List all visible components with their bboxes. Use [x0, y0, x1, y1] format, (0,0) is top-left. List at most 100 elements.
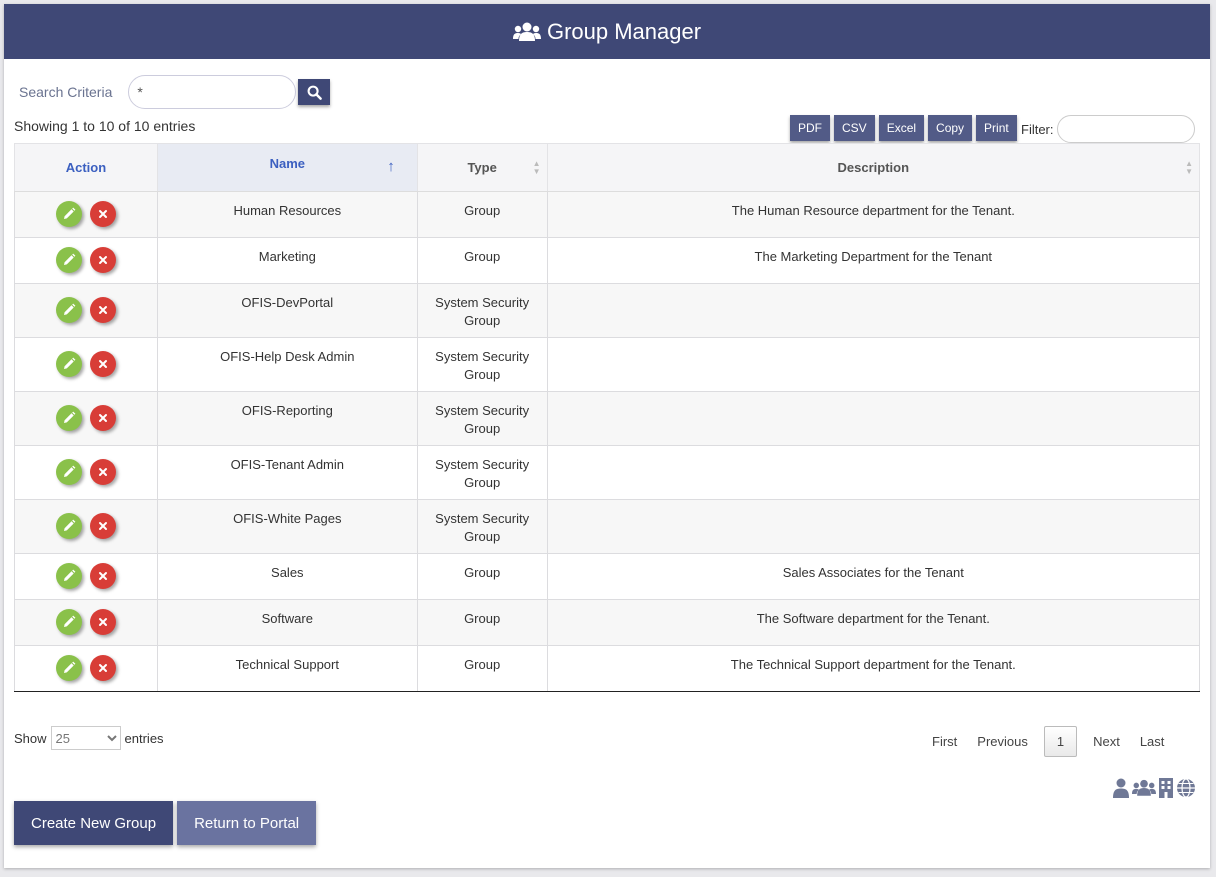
edit-button[interactable] — [55, 655, 82, 681]
delete-button[interactable] — [89, 201, 116, 227]
close-icon — [98, 360, 107, 368]
close-icon — [98, 664, 107, 672]
description-cell: The Software department for the Tenant. — [546, 599, 1201, 646]
pencil-icon — [63, 207, 76, 219]
print-button[interactable]: Print — [976, 115, 1017, 141]
action-cell — [14, 553, 158, 600]
column-header-description[interactable]: Description ▲ ▼ — [546, 143, 1201, 192]
type-cell: Group — [416, 553, 548, 600]
pdf-button[interactable]: PDF — [790, 115, 830, 141]
export-buttons: PDF CSV Excel Copy Print — [790, 115, 1017, 141]
page-length-select[interactable]: 25 — [50, 726, 121, 750]
filter-input[interactable] — [1056, 115, 1195, 143]
return-to-portal-button[interactable]: Return to Portal — [177, 801, 317, 845]
close-icon — [98, 468, 107, 476]
table-row: Human Resources Group The Human Resource d… — [14, 191, 1201, 238]
page-length: Show 25 entries — [14, 726, 164, 750]
pencil-icon — [63, 661, 76, 673]
search-input[interactable] — [128, 75, 297, 109]
delete-button[interactable] — [89, 563, 116, 589]
name-cell: OFIS-Tenant Admin — [156, 445, 418, 500]
close-icon — [98, 256, 107, 264]
column-header-type[interactable]: Type ▲ ▼ — [416, 143, 548, 192]
column-header-action: Action — [14, 143, 158, 192]
name-cell: Sales — [156, 553, 418, 600]
type-cell: Group — [416, 599, 548, 646]
create-new-group-button[interactable]: Create New Group — [14, 801, 174, 845]
delete-button[interactable] — [89, 247, 116, 273]
edit-button[interactable] — [55, 609, 82, 635]
name-cell: OFIS-Reporting — [156, 391, 418, 446]
delete-button[interactable] — [89, 351, 116, 377]
building-icon[interactable] — [1158, 778, 1174, 798]
action-cell — [14, 445, 158, 500]
description-cell: The Technical Support department for the… — [546, 645, 1201, 692]
page-title: Group Manager — [546, 18, 702, 44]
column-header-name[interactable]: Name ↑ — [156, 143, 418, 192]
pencil-icon — [63, 465, 76, 477]
action-cell — [14, 391, 158, 446]
page-current[interactable]: 1 — [1043, 726, 1078, 757]
type-cell: System Security Group — [416, 499, 548, 554]
entries-label: entries — [124, 730, 164, 746]
users-icon[interactable] — [1132, 779, 1156, 797]
table-row: OFIS-Help Desk Admin System Security Group — [14, 337, 1201, 392]
users-icon — [512, 22, 541, 41]
show-label: Show — [14, 730, 47, 746]
sort-icon: ▲ ▼ — [532, 159, 541, 176]
delete-button[interactable] — [89, 297, 116, 323]
pencil-icon — [63, 357, 76, 369]
globe-icon[interactable] — [1176, 778, 1196, 798]
close-icon — [98, 572, 107, 580]
filter-label: Filter: — [1021, 121, 1054, 137]
table-row: Sales Group Sales Associates for the Tenan… — [14, 553, 1201, 600]
delete-button[interactable] — [89, 459, 116, 485]
copy-button[interactable]: Copy — [928, 115, 973, 141]
nav-icons — [1112, 778, 1196, 798]
description-cell — [546, 499, 1201, 554]
search-label: Search Criteria — [19, 84, 113, 100]
edit-button[interactable] — [55, 247, 82, 273]
excel-button[interactable]: Excel — [878, 115, 925, 141]
page-previous[interactable]: Previous — [967, 726, 1038, 757]
description-cell — [546, 391, 1201, 446]
close-icon — [98, 210, 107, 218]
type-cell: System Security Group — [416, 391, 548, 446]
edit-button[interactable] — [55, 351, 82, 377]
close-icon — [98, 414, 107, 422]
delete-button[interactable] — [89, 609, 116, 635]
table-row: OFIS-Reporting System Security Group — [14, 391, 1201, 446]
action-cell — [14, 645, 158, 692]
delete-button[interactable] — [89, 655, 116, 681]
edit-button[interactable] — [55, 513, 82, 539]
edit-button[interactable] — [55, 563, 82, 589]
footer-buttons: Create New Group Return to Portal — [14, 801, 317, 845]
name-cell: Human Resources — [156, 191, 418, 238]
action-cell — [14, 283, 158, 338]
page-last[interactable]: Last — [1130, 726, 1175, 757]
description-cell: Sales Associates for the Tenant — [546, 553, 1201, 600]
description-cell: The Human Resource department for the Te… — [546, 191, 1201, 238]
edit-button[interactable] — [55, 297, 82, 323]
sort-ascending-icon: ↑ — [387, 158, 395, 175]
csv-button[interactable]: CSV — [834, 115, 875, 141]
edit-button[interactable] — [55, 201, 82, 227]
delete-button[interactable] — [89, 513, 116, 539]
type-cell: System Security Group — [416, 283, 548, 338]
action-cell — [14, 499, 158, 554]
page-first[interactable]: First — [922, 726, 967, 757]
edit-button[interactable] — [55, 405, 82, 431]
pencil-icon — [63, 303, 76, 315]
user-icon[interactable] — [1112, 778, 1130, 798]
delete-button[interactable] — [89, 405, 116, 431]
table-info: Showing 1 to 10 of 10 entries — [14, 118, 196, 134]
pagination: First Previous 1 Next Last — [922, 726, 1174, 757]
search-button[interactable] — [298, 79, 331, 105]
sort-icon: ▲ ▼ — [1185, 159, 1193, 176]
name-cell: OFIS-White Pages — [156, 499, 418, 554]
action-cell — [14, 237, 158, 284]
table-row: Software Group The Software department for… — [14, 599, 1201, 646]
page-next[interactable]: Next — [1083, 726, 1130, 757]
filter: Filter: — [1021, 115, 1195, 143]
edit-button[interactable] — [55, 459, 82, 485]
